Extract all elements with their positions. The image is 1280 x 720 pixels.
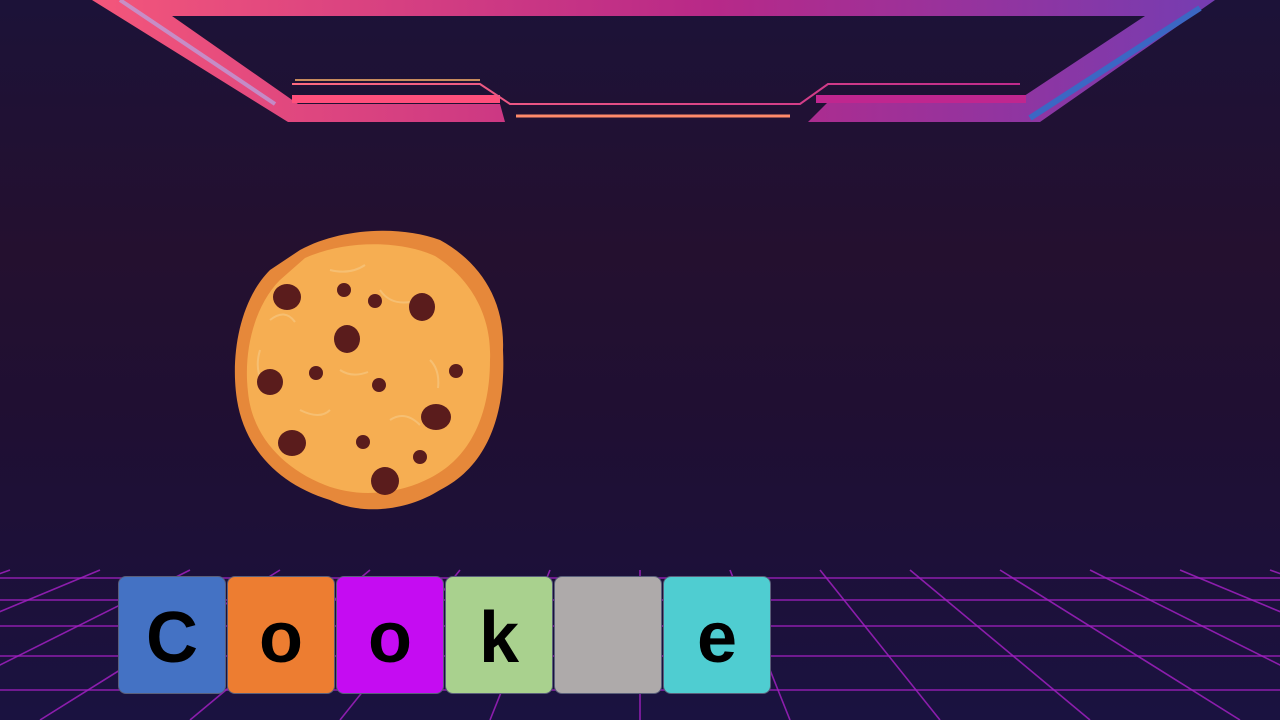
letter-tile-4[interactable]: k [445,576,553,694]
cookie-image [234,230,504,510]
letter-tile-1[interactable]: C [118,576,226,694]
letter-tile-3[interactable]: o [336,576,444,694]
letter-tile-6[interactable]: e [663,576,771,694]
game-stage: C o o k e [0,0,1280,720]
letter-tile-2[interactable]: o [227,576,335,694]
letter-tiles-row: C o o k e [118,576,772,694]
missing-letter-tile[interactable] [554,576,662,694]
